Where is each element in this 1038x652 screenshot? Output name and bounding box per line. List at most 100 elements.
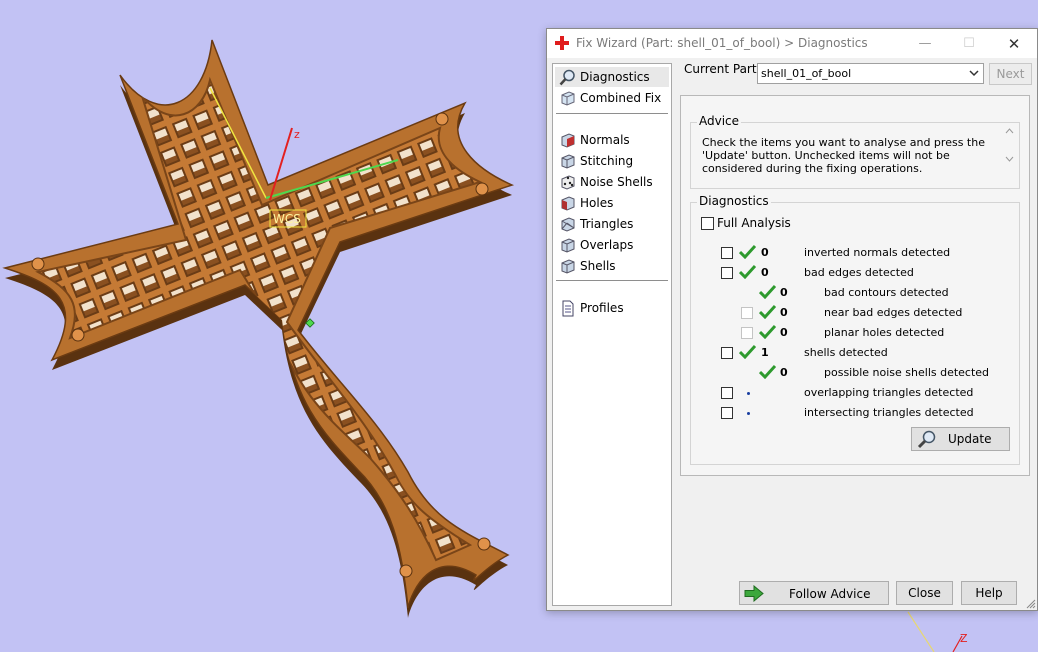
- current-part-label: Current Part:: [684, 62, 761, 76]
- title-bar[interactable]: Fix Wizard (Part: shell_01_of_bool) > Di…: [547, 29, 1037, 58]
- mount-hole: [399, 564, 413, 578]
- resize-grip-icon[interactable]: [1026, 599, 1036, 609]
- nav-item-triangles[interactable]: Triangles: [555, 214, 669, 234]
- checkmark-icon: [739, 244, 756, 259]
- row-label: bad edges detected: [804, 266, 914, 279]
- dice-icon: [561, 175, 575, 190]
- diagnostics-title: Diagnostics: [697, 194, 771, 208]
- row-count: 1: [761, 346, 769, 359]
- nav-item-holes[interactable]: Holes: [555, 193, 669, 213]
- pending-dot-icon: [747, 412, 750, 415]
- mount-hole: [31, 257, 45, 271]
- nav-item-shells[interactable]: Shells: [555, 256, 669, 276]
- checkmark-icon: [759, 324, 776, 339]
- nav-label: Normals: [580, 133, 630, 147]
- advice-title: Advice: [697, 114, 742, 128]
- close-window-button[interactable]: ✕: [999, 33, 1029, 55]
- mount-hole: [477, 537, 491, 551]
- nav-label: Overlaps: [580, 238, 634, 252]
- cube-icon: [561, 238, 575, 253]
- row-count: 0: [780, 326, 788, 339]
- row-label: inverted normals detected: [804, 246, 951, 259]
- part-shell-01[interactable]: [2, 39, 515, 618]
- current-part-select[interactable]: shell_01_of_bool: [757, 63, 984, 84]
- mount-hole: [71, 328, 85, 342]
- row-checkbox[interactable]: [721, 407, 733, 419]
- diagnostics-group: Diagnostics Full Analysis 0 inverted nor…: [690, 194, 1020, 465]
- follow-advice-button[interactable]: Follow Advice: [739, 581, 889, 605]
- nav-label: Combined Fix: [580, 91, 662, 105]
- checkmark-icon: [759, 304, 776, 319]
- checkmark-icon: [759, 364, 776, 379]
- chevron-down-icon: [969, 70, 979, 77]
- nav-label: Holes: [580, 196, 614, 210]
- wcs-z-label: z: [294, 128, 300, 141]
- current-part-value: shell_01_of_bool: [761, 67, 852, 80]
- nav-label: Shells: [580, 259, 616, 273]
- corner-axis-indicator: Z: [907, 611, 968, 652]
- mount-hole: [435, 112, 449, 126]
- checkmark-icon: [739, 344, 756, 359]
- mount-hole: [475, 182, 489, 196]
- close-button[interactable]: Close: [896, 581, 953, 605]
- row-count: 0: [761, 266, 769, 279]
- wcs-label: WCS: [273, 212, 301, 226]
- cube-icon: [561, 154, 575, 169]
- nav-item-overlaps[interactable]: Overlaps: [555, 235, 669, 255]
- row-count: 0: [780, 286, 788, 299]
- advice-scrollbar[interactable]: [1002, 125, 1017, 165]
- row-checkbox[interactable]: [721, 247, 733, 259]
- nav-item-combined-fix[interactable]: Combined Fix: [555, 88, 669, 108]
- row-checkbox[interactable]: [721, 267, 733, 279]
- nav-label: Noise Shells: [580, 175, 653, 189]
- row-label: planar holes detected: [824, 326, 945, 339]
- row-checkbox[interactable]: [721, 347, 733, 359]
- full-analysis-checkbox[interactable]: [701, 217, 714, 230]
- checkmark-icon: [739, 264, 756, 279]
- nav-label: Diagnostics: [580, 70, 650, 84]
- row-checkbox[interactable]: [721, 387, 733, 399]
- row-label: near bad edges detected: [824, 306, 963, 319]
- cube-icon: [561, 196, 575, 211]
- wizard-nav: Diagnostics Combined Fix Normals Stitchi…: [552, 63, 672, 606]
- full-analysis-label: Full Analysis: [717, 216, 791, 230]
- cube-icon: [561, 259, 575, 274]
- row-count: 0: [780, 306, 788, 319]
- cube-icon: [561, 133, 575, 148]
- nav-item-stitching[interactable]: Stitching: [555, 151, 669, 171]
- row-checkbox[interactable]: [741, 307, 753, 319]
- magnifier-icon: [917, 430, 936, 449]
- corner-z-label: Z: [960, 632, 968, 645]
- row-count: 0: [761, 246, 769, 259]
- nav-divider: [556, 280, 668, 281]
- row-count: 0: [780, 366, 788, 379]
- row-label: possible noise shells detected: [824, 366, 990, 379]
- nav-item-noise-shells[interactable]: Noise Shells: [555, 172, 669, 192]
- cube-icon: [561, 217, 575, 232]
- help-button[interactable]: Help: [961, 581, 1017, 605]
- nav-label: Profiles: [580, 301, 624, 315]
- next-button[interactable]: Next: [989, 63, 1032, 85]
- minimize-button[interactable]: —: [910, 33, 940, 55]
- row-label: intersecting triangles detected: [804, 406, 974, 419]
- follow-advice-label: Follow Advice: [789, 587, 871, 601]
- row-checkbox[interactable]: [741, 327, 753, 339]
- nav-item-diagnostics[interactable]: Diagnostics: [555, 67, 669, 87]
- magnifier-icon: [559, 69, 575, 86]
- diagnostics-panel: Advice Check the items you want to analy…: [680, 95, 1030, 476]
- fix-wizard-window: Fix Wizard (Part: shell_01_of_bool) > Di…: [546, 28, 1038, 611]
- arrow-right-icon: [744, 585, 764, 602]
- nav-item-normals[interactable]: Normals: [555, 130, 669, 150]
- pending-dot-icon: [747, 392, 750, 395]
- advice-group: Advice Check the items you want to analy…: [690, 114, 1020, 189]
- nav-divider: [556, 113, 668, 114]
- nav-label: Stitching: [580, 154, 634, 168]
- row-label: shells detected: [804, 346, 888, 359]
- window-title: Fix Wizard (Part: shell_01_of_bool) > Di…: [576, 36, 868, 50]
- cube-icon: [561, 91, 575, 106]
- nav-label: Triangles: [580, 217, 634, 231]
- update-button[interactable]: Update: [911, 427, 1010, 451]
- maximize-button[interactable]: ☐: [954, 33, 984, 55]
- nav-item-profiles[interactable]: Profiles: [555, 298, 669, 318]
- row-label: bad contours detected: [824, 286, 949, 299]
